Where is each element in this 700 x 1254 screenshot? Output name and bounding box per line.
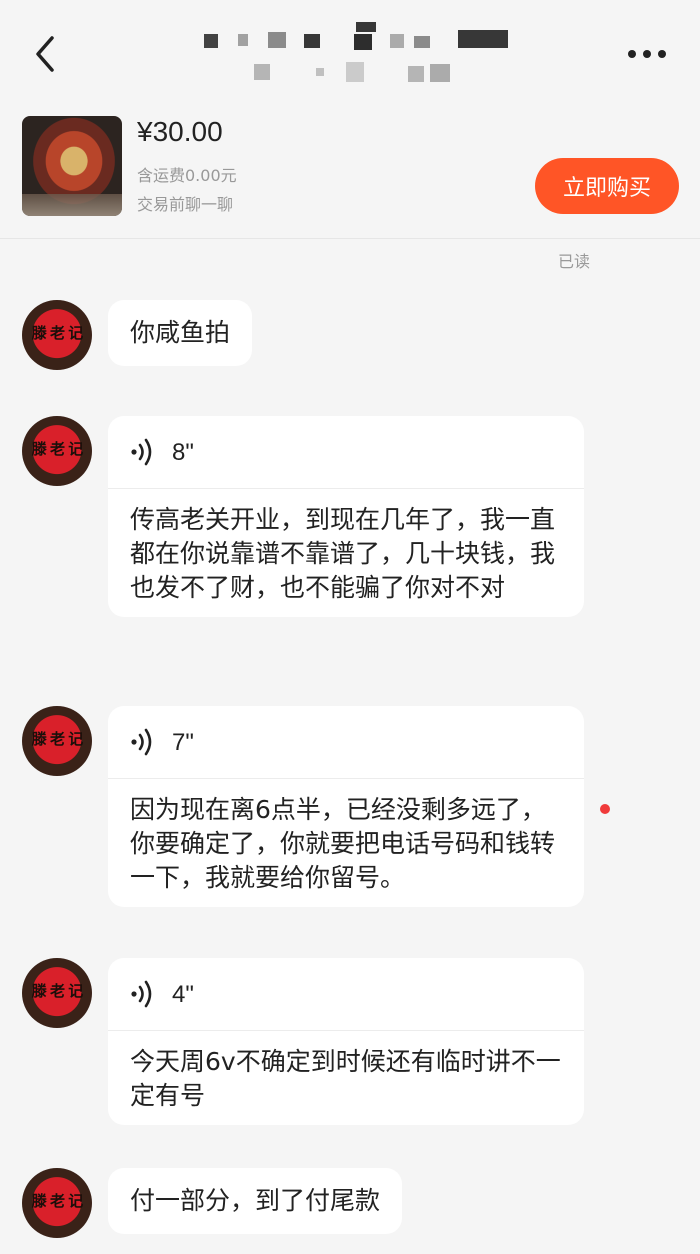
voice-duration: 4" (172, 981, 194, 1008)
chevron-left-icon[interactable] (28, 32, 64, 76)
avatar[interactable]: 滕 老 记 (22, 416, 92, 486)
voice-message[interactable]: 8" 传高老关开业，到现在几年了，我一直都在你说靠谱不靠谱了，几十块钱，我也发不… (108, 416, 584, 617)
voice-player[interactable]: 4" (108, 958, 584, 1031)
shipping-note: 含运费0.00元 (137, 166, 237, 185)
read-status: 已读 (558, 252, 591, 271)
message-bubble[interactable]: 你咸鱼拍 (108, 300, 253, 366)
chat-header (0, 0, 700, 108)
voice-icon (131, 980, 152, 1008)
avatar[interactable]: 滕 老 记 (22, 300, 92, 370)
voice-duration: 7" (172, 729, 194, 756)
voice-transcript: 因为现在离6点半，已经没剩多远了，你要确定了，你就要把电话号码和钱转一下，我就要… (130, 795, 556, 892)
voice-duration: 8" (172, 439, 194, 466)
voice-transcript: 传高老关开业，到现在几年了，我一直都在你说靠谱不靠谱了，几十块钱，我也发不了财，… (130, 505, 556, 602)
blurred-title (196, 22, 516, 92)
buy-now-button[interactable]: 立即购买 (535, 158, 679, 214)
avatar[interactable]: 滕 老 记 (22, 958, 92, 1028)
product-price: ¥30.00 (137, 116, 223, 147)
avatar[interactable]: 滕 老 记 (22, 1168, 92, 1238)
voice-icon (131, 728, 152, 756)
voice-player[interactable]: 8" (108, 416, 584, 489)
product-card[interactable]: ¥30.00 含运费0.00元 交易前聊一聊 立即购买 (0, 108, 700, 239)
avatar[interactable]: 滕 老 记 (22, 706, 92, 776)
voice-transcript: 今天周6v不确定到时候还有临时讲不一定有号 (130, 1047, 561, 1110)
message-text: 付一部分，到了付尾款 (130, 1186, 381, 1215)
voice-message[interactable]: 4" 今天周6v不确定到时候还有临时讲不一定有号 (108, 958, 584, 1125)
chat-note: 交易前聊一聊 (137, 195, 234, 214)
voice-player[interactable]: 7" (108, 706, 584, 779)
voice-icon (131, 438, 152, 466)
message-text: 你咸鱼拍 (130, 318, 231, 347)
more-icon[interactable] (628, 44, 676, 64)
voice-message[interactable]: 7" 因为现在离6点半，已经没剩多远了，你要确定了，你就要把电话号码和钱转一下，… (108, 706, 584, 907)
message-bubble[interactable]: 付一部分，到了付尾款 (108, 1168, 403, 1234)
unread-dot (600, 804, 610, 814)
product-thumbnail[interactable] (22, 116, 122, 216)
